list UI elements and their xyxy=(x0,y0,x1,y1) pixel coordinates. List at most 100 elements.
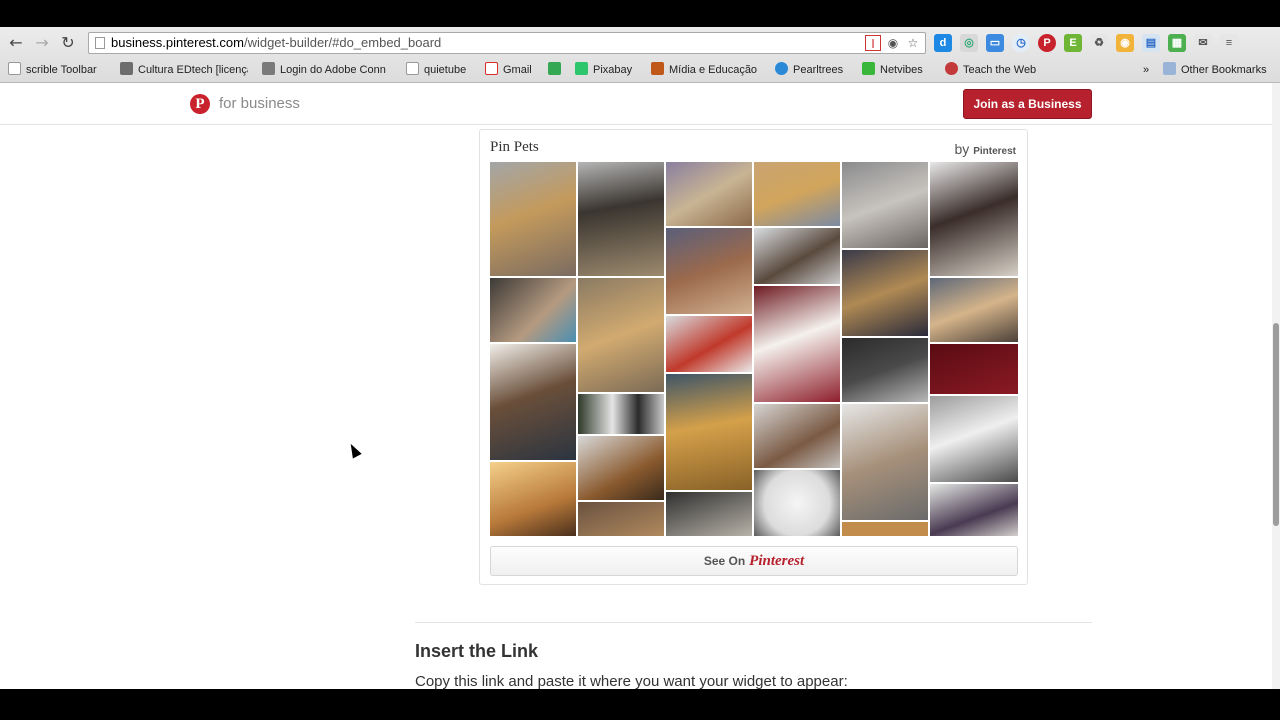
bag-extension-icon[interactable]: ▤ xyxy=(1142,34,1160,52)
by-brand: Pinterest xyxy=(973,146,1016,157)
clock-extension-icon[interactable]: ◷ xyxy=(1012,34,1030,52)
mail-extension-icon[interactable]: ✉ xyxy=(1194,34,1212,52)
pixabay-icon xyxy=(575,62,588,75)
pb-icon xyxy=(120,62,133,75)
byline[interactable]: by Pinterest xyxy=(955,141,1016,157)
pin-image[interactable] xyxy=(666,162,752,226)
screen: ← → ↻ business.pinterest.com/widget-buil… xyxy=(0,0,1280,720)
bookmark-label: scrible Toolbar xyxy=(26,64,97,76)
screen-extension-icon[interactable]: ▭ xyxy=(986,34,1004,52)
bulb-icon[interactable]: ◉ xyxy=(885,35,901,51)
pin-image[interactable] xyxy=(666,316,752,372)
section-title: Insert the Link xyxy=(415,641,539,661)
more-bookmarks-button[interactable]: » xyxy=(1143,61,1155,79)
see-on-pinterest-button[interactable]: See On Pinterest xyxy=(490,546,1018,576)
bookmark-label: Mídia e Educação xyxy=(669,64,758,76)
mouse-cursor-icon xyxy=(346,441,362,459)
pin-image[interactable] xyxy=(930,278,1018,342)
star-icon[interactable]: ☆ xyxy=(905,35,921,51)
pin-image[interactable] xyxy=(930,344,1018,394)
print-extension-icon[interactable]: ▦ xyxy=(1168,34,1186,52)
page-scrollbar[interactable] xyxy=(1272,83,1280,689)
pin-image[interactable] xyxy=(666,374,752,490)
bookmark-teach-the-web[interactable]: Teach the Web xyxy=(945,61,1045,79)
pin-image[interactable] xyxy=(754,470,840,536)
pin-image[interactable] xyxy=(930,484,1018,536)
pin-image[interactable] xyxy=(754,286,840,402)
pin-image[interactable] xyxy=(842,404,928,520)
board-widget: Pin Pets by Pinterest See On Pinterest xyxy=(479,129,1028,585)
forward-button[interactable]: → xyxy=(32,33,52,53)
pin-image[interactable] xyxy=(490,278,576,342)
evernote-extension-icon[interactable]: E xyxy=(1064,34,1082,52)
reload-button[interactable]: ↻ xyxy=(58,33,78,53)
back-button[interactable]: ← xyxy=(6,33,26,53)
bookmark-pearltrees[interactable]: Pearltrees xyxy=(775,61,850,79)
pin-image[interactable] xyxy=(578,162,664,276)
bookmark-label: Login do Adobe Conn xyxy=(280,64,386,76)
see-on-label: See On xyxy=(703,554,746,568)
site-header: P for business Join as a Business xyxy=(0,83,1272,125)
bookmark-pixabay[interactable]: Pixabay xyxy=(575,61,637,79)
pin-image[interactable] xyxy=(842,522,928,536)
page-icon xyxy=(406,62,419,75)
bookmark-label: Pixabay xyxy=(593,64,633,76)
netvibes-icon xyxy=(862,62,875,75)
bookmark-label: Cultura EDtech [licença xyxy=(138,64,248,76)
browser-chrome: ← → ↻ business.pinterest.com/widget-buil… xyxy=(0,27,1280,83)
pearltrees-icon xyxy=(775,62,788,75)
eye-extension-icon[interactable]: ◉ xyxy=(1116,34,1134,52)
pinterest-extension-icon[interactable]: P xyxy=(1038,34,1056,52)
board-title[interactable]: Pin Pets xyxy=(490,139,539,156)
pin-image[interactable] xyxy=(578,502,664,536)
pin-image[interactable] xyxy=(754,404,840,468)
search-extension-icon[interactable]: ◎ xyxy=(960,34,978,52)
other-bookmarks[interactable]: Other Bookmarks xyxy=(1163,61,1278,79)
address-bar[interactable]: business.pinterest.com/widget-builder/#d… xyxy=(88,32,926,54)
bookmark-cultura[interactable]: Cultura EDtech [licença xyxy=(120,61,248,79)
pin-image[interactable] xyxy=(842,162,928,248)
bookmark-label: Teach the Web xyxy=(963,64,1037,76)
reader-icon[interactable]: I xyxy=(865,35,881,51)
url-host: business.pinterest.com xyxy=(111,35,244,50)
recycle-extension-icon[interactable]: ♻ xyxy=(1090,34,1108,52)
bookmark-scrible[interactable]: scrible Toolbar xyxy=(8,61,108,79)
bookmark-label: Gmail xyxy=(503,64,532,76)
section-instructions: Copy this link and paste it where you wa… xyxy=(415,673,848,689)
bookmark-netvibes[interactable]: Netvibes xyxy=(862,61,932,79)
pin-image[interactable] xyxy=(578,394,664,434)
scrollbar-thumb[interactable] xyxy=(1273,323,1279,526)
pinterest-wordmark: Pinterest xyxy=(749,553,805,569)
bookmarks-bar: scrible Toolbar Cultura EDtech [licença … xyxy=(0,59,1280,81)
pin-image[interactable] xyxy=(578,278,664,392)
pin-image[interactable] xyxy=(842,250,928,336)
bookmark-gmail[interactable]: Gmail xyxy=(485,61,545,79)
pinterest-logo-icon[interactable]: P xyxy=(190,94,210,114)
pin-image[interactable] xyxy=(490,162,576,276)
join-business-button[interactable]: Join as a Business xyxy=(963,89,1092,119)
pin-image[interactable] xyxy=(842,338,928,402)
pin-image[interactable] xyxy=(930,162,1018,276)
pin-image[interactable] xyxy=(490,344,576,460)
bookmark-label: Netvibes xyxy=(880,64,923,76)
extension-icons: d ◎ ▭ ◷ P E ♻ ◉ ▤ ▦ ✉ ≡ xyxy=(934,34,1238,52)
bottom-black-bar xyxy=(0,689,1280,720)
gmail-icon xyxy=(485,62,498,75)
menu-icon[interactable]: ≡ xyxy=(1220,34,1238,52)
bookmark-midia[interactable]: Mídia e Educação xyxy=(651,61,763,79)
bookmark-label: Other Bookmarks xyxy=(1181,64,1267,76)
bookmark-adobe[interactable]: Login do Adobe Conn xyxy=(262,61,390,79)
d-extension-icon[interactable]: d xyxy=(934,34,952,52)
pin-image[interactable] xyxy=(930,396,1018,482)
pin-image[interactable] xyxy=(666,228,752,314)
by-label: by xyxy=(954,141,970,157)
pin-image[interactable] xyxy=(578,436,664,500)
pin-image[interactable] xyxy=(754,162,840,226)
pin-image[interactable] xyxy=(754,228,840,284)
pin-image[interactable] xyxy=(666,492,752,536)
bookmark-quietube[interactable]: quietube xyxy=(406,61,476,79)
omnibox-icons: I ◉ ☆ xyxy=(865,35,921,51)
pin-image[interactable] xyxy=(490,462,576,536)
brand-label[interactable]: for business xyxy=(219,95,300,112)
bookmark-drive[interactable] xyxy=(548,61,566,79)
